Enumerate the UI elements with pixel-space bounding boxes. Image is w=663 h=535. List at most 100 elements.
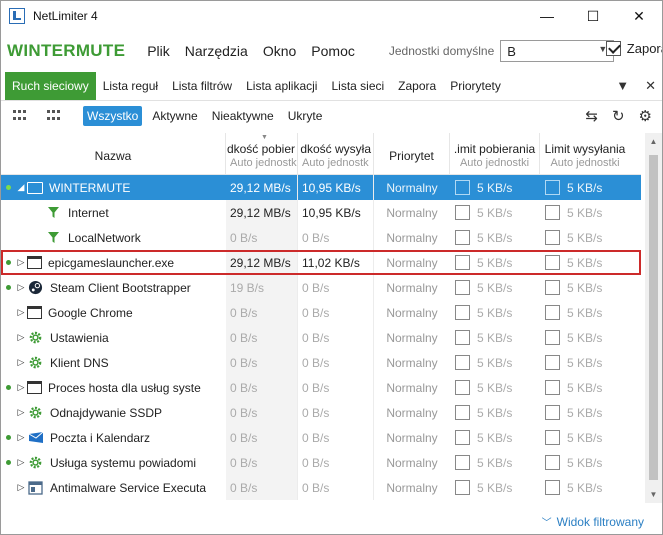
- col-up-rate-header[interactable]: dkość wysyła Auto jednostk: [298, 133, 374, 175]
- scroll-up-icon[interactable]: ▲: [645, 133, 662, 150]
- download-limit-value[interactable]: 5 KB/s: [477, 381, 512, 395]
- table-row[interactable]: ▷ Antimalware Service Executa 0 B/s 0 B/s No…: [1, 475, 641, 500]
- table-row[interactable]: LocalNetwork 0 B/s 0 B/s Normalny 5 KB/s 5 KB…: [1, 225, 641, 250]
- menu-tools[interactable]: Narzędzia: [185, 43, 248, 59]
- upload-limit-checkbox[interactable]: [545, 330, 560, 345]
- priority-cell[interactable]: Normalny: [374, 175, 450, 200]
- menu-window[interactable]: Okno: [263, 43, 296, 59]
- download-limit-value[interactable]: 5 KB/s: [477, 181, 512, 195]
- tab-priorities[interactable]: Priorytety: [443, 72, 508, 100]
- priority-cell[interactable]: Normalny: [374, 375, 450, 400]
- filter-hidden[interactable]: Ukryte: [284, 106, 327, 126]
- download-limit-checkbox[interactable]: [455, 405, 470, 420]
- upload-limit-value[interactable]: 5 KB/s: [567, 206, 602, 220]
- download-limit-value[interactable]: 5 KB/s: [477, 281, 512, 295]
- table-row[interactable]: ◢ WINTERMUTE 29,12 MB/s 10,95 KB/s Normalny 5…: [1, 175, 641, 200]
- download-limit-value[interactable]: 5 KB/s: [477, 481, 512, 495]
- menu-file[interactable]: Plik: [147, 43, 170, 59]
- table-row[interactable]: ▷ Steam Client Bootstrapper 19 B/s 0 B/s Nor…: [1, 275, 641, 300]
- download-limit-checkbox[interactable]: [455, 180, 470, 195]
- priority-cell[interactable]: Normalny: [374, 475, 450, 500]
- maximize-button[interactable]: ☐: [570, 1, 616, 31]
- filter-all[interactable]: Wszystko: [83, 106, 143, 126]
- expander-icon[interactable]: ▷: [15, 250, 27, 275]
- chevron-down-icon[interactable]: ﹀: [542, 514, 552, 529]
- filter-inactive[interactable]: Nieaktywne: [208, 106, 278, 126]
- priority-cell[interactable]: Normalny: [374, 250, 450, 275]
- expander-icon[interactable]: ▷: [15, 425, 27, 450]
- table-row[interactable]: ▷ Usługa systemu powiadomi 0 B/s 0 B/s Norma…: [1, 450, 641, 475]
- download-limit-checkbox[interactable]: [455, 305, 470, 320]
- table-row[interactable]: ▷ Google Chrome 0 B/s 0 B/s Normalny 5 KB/s 5 …: [1, 300, 641, 325]
- expander-icon[interactable]: ▷: [15, 475, 27, 500]
- col-upload-limit-header[interactable]: Limit wysyłania Auto jednostki: [540, 133, 630, 175]
- upload-limit-checkbox[interactable]: [545, 380, 560, 395]
- upload-limit-checkbox[interactable]: [545, 355, 560, 370]
- scroll-thumb[interactable]: [649, 155, 658, 480]
- firewall-toggle[interactable]: Zapora: [605, 41, 662, 56]
- table-row[interactable]: ▷ Proces hosta dla usług syste 0 B/s 0 B/s N…: [1, 375, 641, 400]
- priority-cell[interactable]: Normalny: [374, 225, 450, 250]
- priority-cell[interactable]: Normalny: [374, 450, 450, 475]
- upload-limit-checkbox[interactable]: [545, 455, 560, 470]
- expander-icon[interactable]: ▷: [15, 400, 27, 425]
- expander-icon[interactable]: ▷: [15, 325, 27, 350]
- priority-cell[interactable]: Normalny: [374, 325, 450, 350]
- col-name-header[interactable]: Nazwa: [1, 133, 226, 175]
- table-row[interactable]: Internet 29,12 MB/s 10,95 KB/s Normalny 5 KB…: [1, 200, 641, 225]
- expander-icon[interactable]: ▷: [15, 275, 27, 300]
- vertical-scrollbar[interactable]: ▲ ▼: [645, 133, 662, 503]
- expander-icon[interactable]: ▷: [15, 350, 27, 375]
- upload-limit-value[interactable]: 5 KB/s: [567, 381, 602, 395]
- download-limit-value[interactable]: 5 KB/s: [477, 456, 512, 470]
- tab-networks[interactable]: Lista sieci: [324, 72, 391, 100]
- expander-icon[interactable]: ◢: [15, 175, 27, 200]
- swap-direction-icon[interactable]: ⇆: [585, 107, 598, 125]
- upload-limit-checkbox[interactable]: [545, 480, 560, 495]
- expander-icon[interactable]: ▷: [15, 300, 27, 325]
- upload-limit-checkbox[interactable]: [545, 205, 560, 220]
- download-limit-checkbox[interactable]: [455, 330, 470, 345]
- expand-all-icon[interactable]: [13, 110, 27, 122]
- tab-firewall[interactable]: Zapora: [391, 72, 443, 100]
- upload-limit-value[interactable]: 5 KB/s: [567, 456, 602, 470]
- minimize-button[interactable]: —: [524, 1, 570, 31]
- upload-limit-value[interactable]: 5 KB/s: [567, 281, 602, 295]
- scroll-down-icon[interactable]: ▼: [645, 486, 662, 503]
- col-download-limit-header[interactable]: .imit pobierania Auto jednostki: [450, 133, 540, 175]
- upload-limit-value[interactable]: 5 KB/s: [567, 331, 602, 345]
- col-down-rate-header[interactable]: ▼ dkość pobier Auto jednostk: [226, 133, 298, 175]
- table-row[interactable]: ▷ Klient DNS 0 B/s 0 B/s Normalny 5 KB/s 5 KB/…: [1, 350, 641, 375]
- tab-applications[interactable]: Lista aplikacji: [239, 72, 324, 100]
- tab-traffic[interactable]: Ruch sieciowy: [5, 72, 96, 100]
- menu-help[interactable]: Pomoc: [311, 43, 355, 59]
- download-limit-value[interactable]: 5 KB/s: [477, 231, 512, 245]
- tab-dropdown-icon[interactable]: ▼: [616, 78, 629, 94]
- upload-limit-value[interactable]: 5 KB/s: [567, 306, 602, 320]
- upload-limit-checkbox[interactable]: [545, 405, 560, 420]
- download-limit-value[interactable]: 5 KB/s: [477, 256, 512, 270]
- expander-icon[interactable]: ▷: [15, 450, 27, 475]
- priority-cell[interactable]: Normalny: [374, 275, 450, 300]
- download-limit-checkbox[interactable]: [455, 205, 470, 220]
- download-limit-checkbox[interactable]: [455, 230, 470, 245]
- table-row[interactable]: ▷ Poczta i Kalendarz 0 B/s 0 B/s Normalny 5 K…: [1, 425, 641, 450]
- filtered-view-link[interactable]: Widok filtrowany: [557, 515, 644, 529]
- col-priority-header[interactable]: Priorytet: [374, 133, 450, 175]
- upload-limit-value[interactable]: 5 KB/s: [567, 181, 602, 195]
- download-limit-value[interactable]: 5 KB/s: [477, 356, 512, 370]
- upload-limit-value[interactable]: 5 KB/s: [567, 431, 602, 445]
- download-limit-checkbox[interactable]: [455, 430, 470, 445]
- tab-close-icon[interactable]: ✕: [645, 78, 656, 94]
- priority-cell[interactable]: Normalny: [374, 425, 450, 450]
- filter-active[interactable]: Aktywne: [148, 106, 201, 126]
- tab-filters[interactable]: Lista filtrów: [165, 72, 239, 100]
- tab-rules[interactable]: Lista reguł: [96, 72, 165, 100]
- refresh-icon[interactable]: ↻: [612, 107, 625, 125]
- download-limit-value[interactable]: 5 KB/s: [477, 406, 512, 420]
- download-limit-value[interactable]: 5 KB/s: [477, 431, 512, 445]
- download-limit-checkbox[interactable]: [455, 380, 470, 395]
- close-button[interactable]: ✕: [616, 1, 662, 31]
- upload-limit-value[interactable]: 5 KB/s: [567, 406, 602, 420]
- download-limit-checkbox[interactable]: [455, 355, 470, 370]
